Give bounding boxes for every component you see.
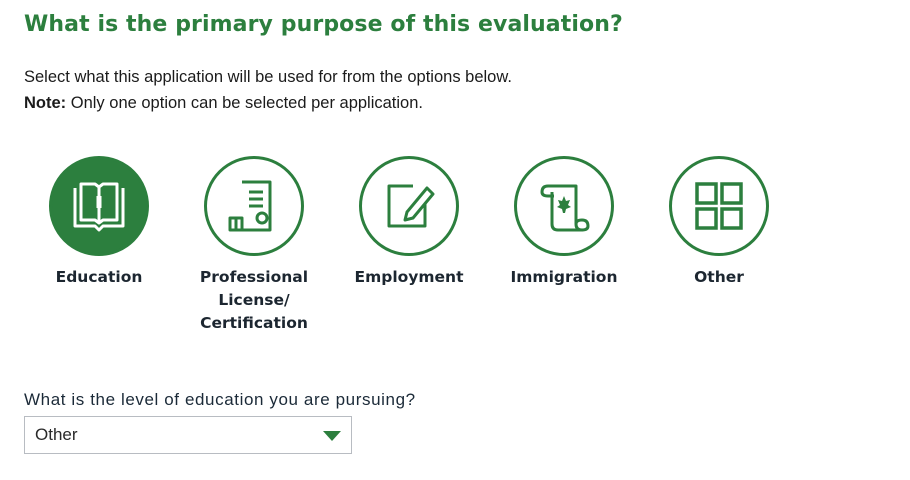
grid-four-squares-icon [695,182,743,230]
option-professional-license[interactable]: Professional License/ Certification [179,156,329,335]
certificate-document-icon [228,180,272,232]
option-professional-license-circle[interactable] [204,156,304,256]
option-education-label: Education [55,268,143,286]
note-label: Note: [24,94,67,112]
option-employment[interactable]: Employment [334,156,484,289]
intro-text: Select what this application will be use… [24,64,512,116]
evaluation-purpose-page: What is the primary purpose of this eval… [0,0,910,480]
option-immigration-label: Immigration [510,268,618,286]
education-level-question: What is the level of education you are p… [24,390,416,409]
intro-note: Note: Only one option can be selected pe… [24,90,512,116]
chevron-down-icon[interactable] [323,431,341,441]
option-employment-label: Employment [354,268,464,286]
option-employment-circle[interactable] [359,156,459,256]
option-education[interactable]: Education [24,156,174,289]
intro-instruction: Select what this application will be use… [24,68,512,86]
open-book-icon [73,182,125,232]
page-title: What is the primary purpose of this eval… [24,12,623,37]
edit-pencil-icon [387,184,435,228]
option-immigration[interactable]: Immigration [489,156,639,289]
option-other-circle[interactable] [669,156,769,256]
option-other[interactable]: Other [644,156,794,289]
option-education-circle[interactable] [49,156,149,256]
option-immigration-circle[interactable] [514,156,614,256]
purpose-options: Education Professional License/ Certific… [24,156,884,346]
option-professional-license-label: Professional License/ Certification [199,268,309,332]
note-text: Only one option can be selected per appl… [66,94,423,112]
education-level-select[interactable]: Other [24,416,352,454]
option-other-label: Other [694,268,744,286]
scroll-maple-leaf-icon [540,184,590,232]
education-level-selected-value: Other [35,425,78,444]
